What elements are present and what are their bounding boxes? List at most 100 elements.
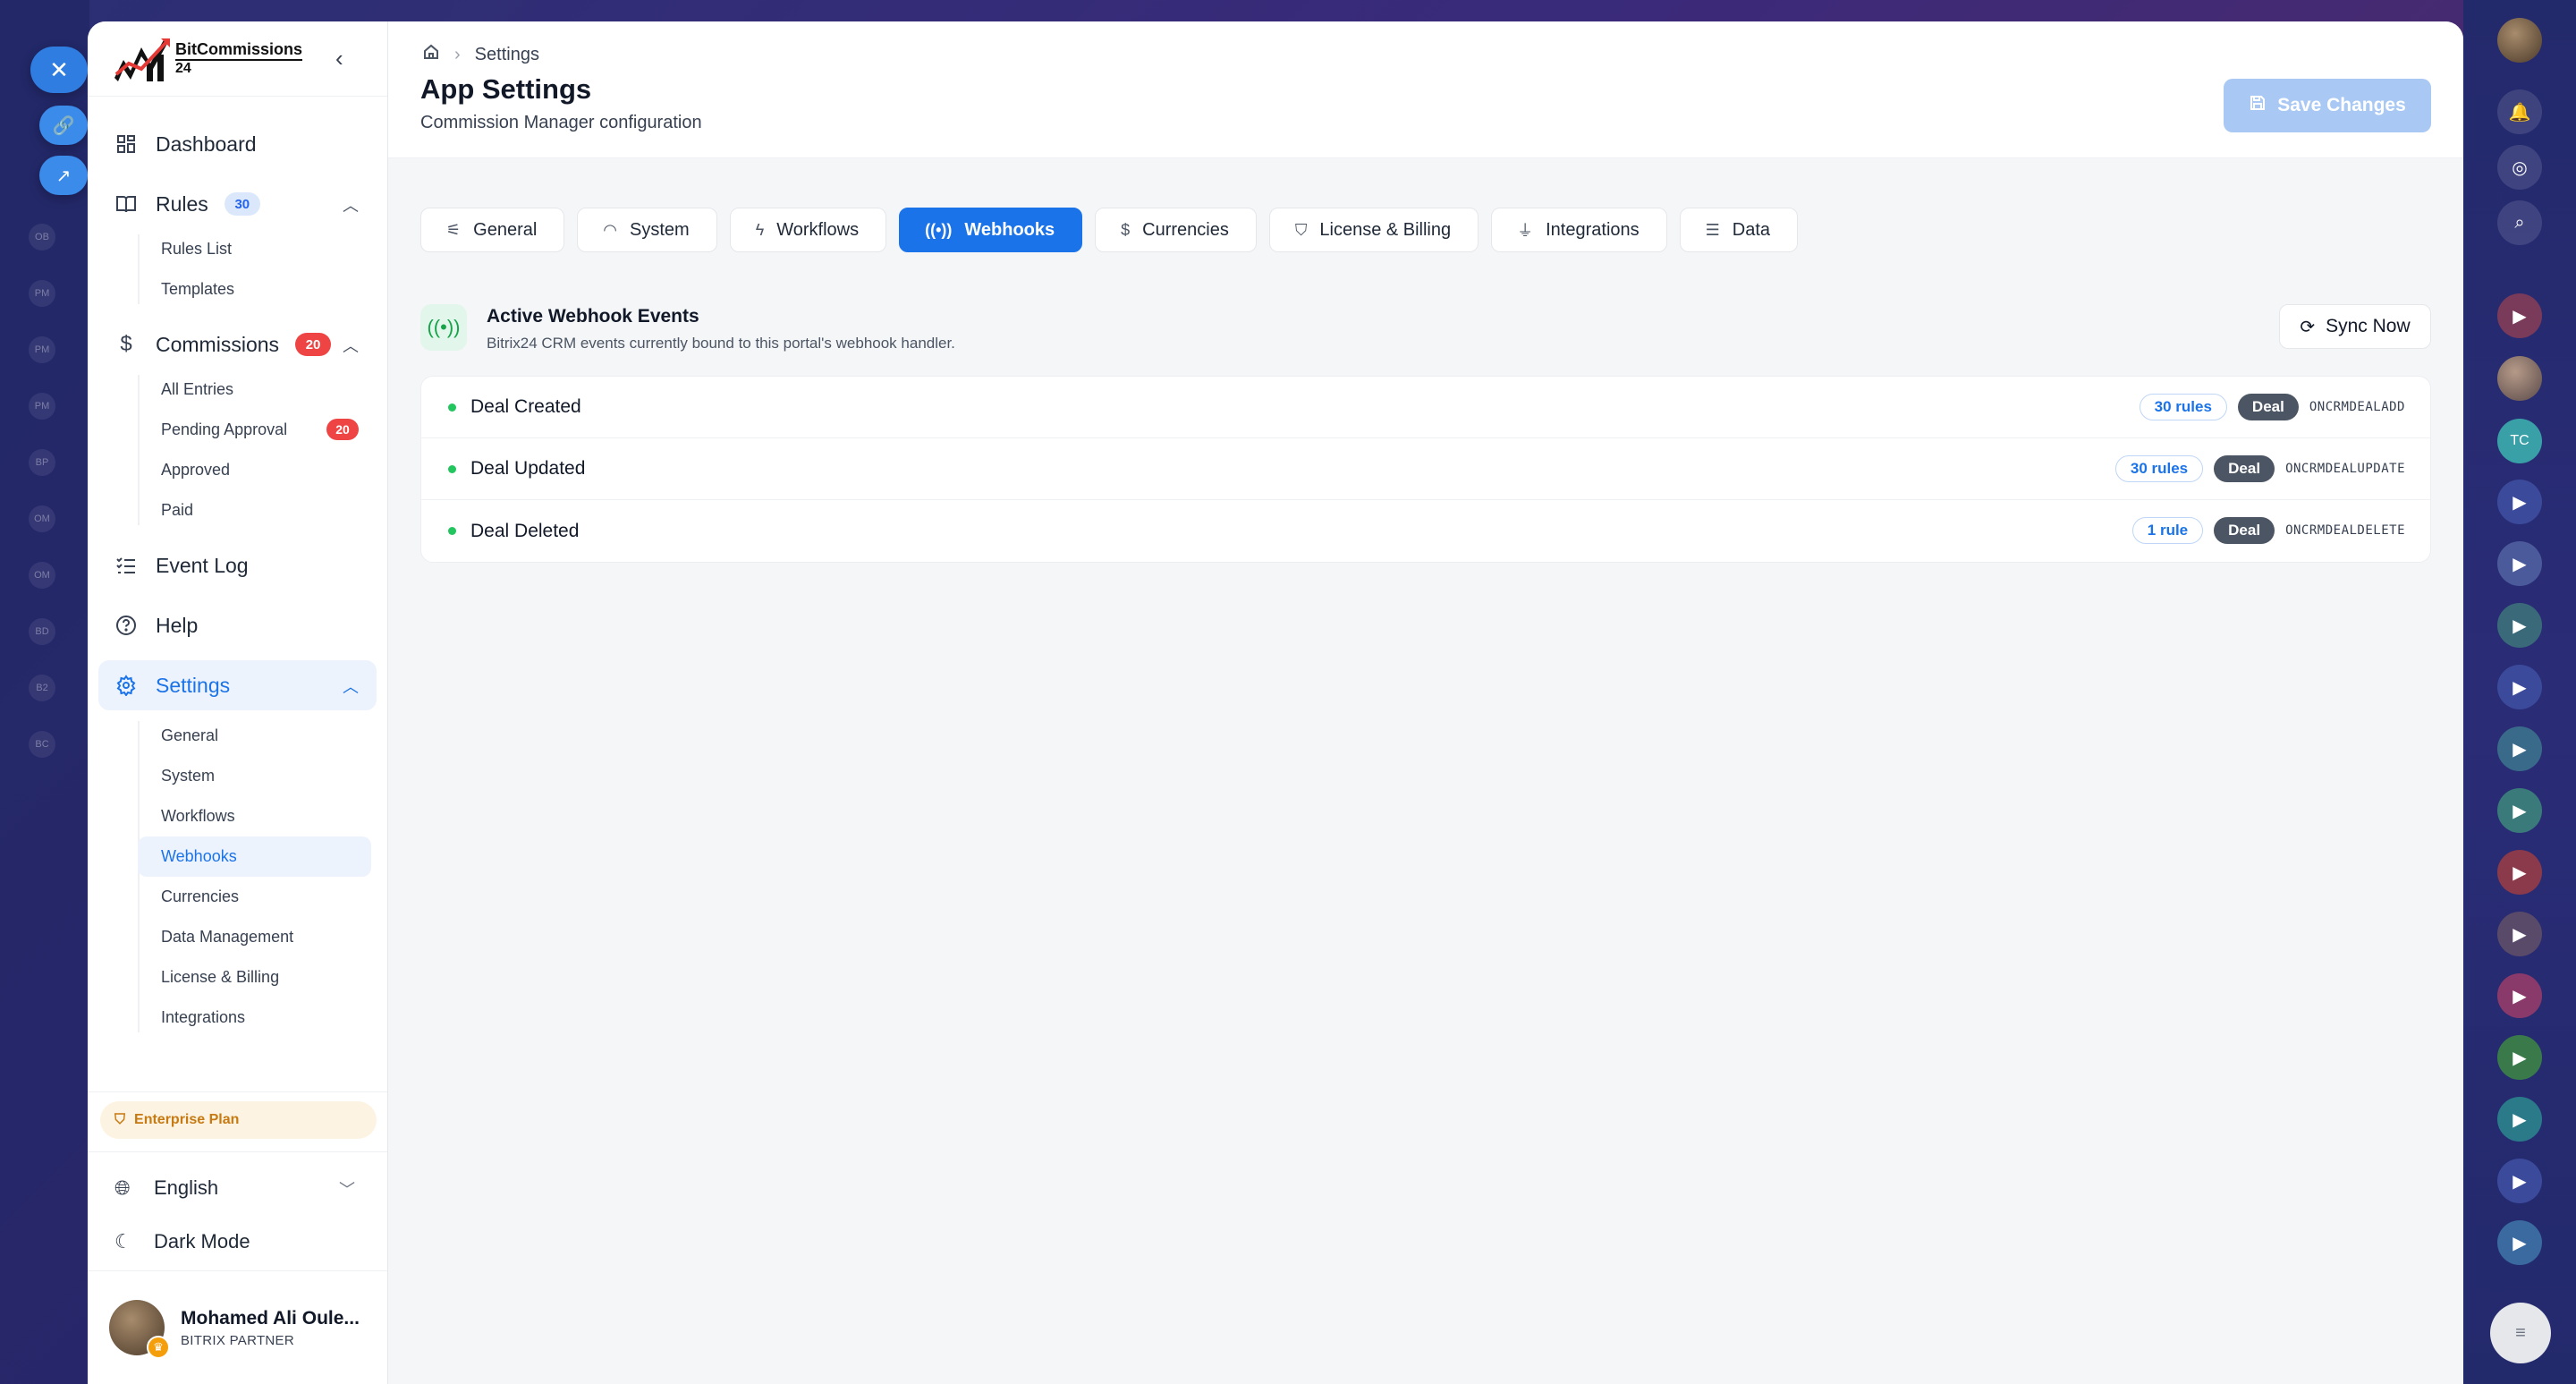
- sidebar-subitem-integrations[interactable]: Integrations: [138, 998, 377, 1038]
- menu-icon[interactable]: ≡: [2490, 1303, 2551, 1363]
- save-changes-button[interactable]: Save Changes: [2224, 79, 2431, 132]
- event-meta: 1 rule Deal ONCRMDEALDELETE: [2131, 517, 2405, 544]
- video-icon[interactable]: ▶: [2497, 912, 2542, 956]
- video-icon[interactable]: ▶: [2497, 788, 2542, 833]
- tab-webhooks[interactable]: ((•)) Webhooks: [899, 208, 1083, 252]
- collapse-sidebar-button[interactable]: ‹: [335, 47, 360, 72]
- open-new-window-button[interactable]: ↗: [39, 156, 88, 195]
- sidebar-item-help[interactable]: Help: [98, 600, 377, 650]
- bg-ghost-avatar: BP: [29, 449, 55, 476]
- sidebar-subitem-pending-approval[interactable]: Pending Approval 20: [138, 410, 377, 450]
- close-slider-button[interactable]: ✕: [30, 47, 88, 93]
- bell-icon[interactable]: 🔔: [2497, 89, 2542, 134]
- sidebar-subitem-general[interactable]: General: [138, 716, 377, 756]
- tab-workflows[interactable]: ϟ Workflows: [729, 208, 887, 252]
- video-icon[interactable]: ▶: [2497, 665, 2542, 709]
- event-code: ONCRMDEALDELETE: [2285, 523, 2405, 538]
- tab-label: Integrations: [1546, 219, 1640, 240]
- target-icon[interactable]: ◎: [2497, 145, 2542, 190]
- sidebar-subitem-webhooks[interactable]: Webhooks: [138, 836, 371, 877]
- tab-system[interactable]: ◠ System: [577, 208, 717, 252]
- sidebar-subitem-workflows[interactable]: Workflows: [138, 796, 377, 836]
- chevron-up-icon[interactable]: ︿: [343, 675, 359, 698]
- tab-data[interactable]: ☰ Data: [1679, 208, 1799, 252]
- background-left-panel: OB PM PM PM BP OM OM BD B2 BC: [0, 0, 89, 1384]
- chevron-right-icon: ›: [454, 44, 461, 64]
- video-icon[interactable]: ▶: [2497, 603, 2542, 648]
- brand-name: BitCommissions 24: [175, 39, 303, 76]
- sidebar-subitem-license-billing[interactable]: License & Billing: [138, 957, 377, 998]
- video-icon[interactable]: ▶: [2497, 726, 2542, 771]
- book-icon: [113, 191, 140, 217]
- sync-now-button[interactable]: ⟳ Sync Now: [2279, 304, 2431, 349]
- sidebar-subitem-system[interactable]: System: [138, 756, 377, 796]
- copy-link-button[interactable]: 🔗: [39, 106, 88, 145]
- tab-label: License & Billing: [1319, 219, 1452, 240]
- video-icon[interactable]: ▶: [2497, 480, 2542, 524]
- video-icon[interactable]: ▶: [2497, 293, 2542, 338]
- contact-avatar[interactable]: [2497, 356, 2542, 401]
- language-selector[interactable]: 🌐︎ English ﹀: [88, 1161, 387, 1215]
- tab-label: Webhooks: [964, 219, 1055, 240]
- sidebar-item-settings[interactable]: Settings ︿: [98, 660, 377, 710]
- chevron-up-icon[interactable]: ︿: [343, 193, 359, 217]
- event-name: Deal Created: [470, 396, 581, 417]
- tab-general[interactable]: ⚟ General: [420, 208, 565, 252]
- event-code: ONCRMDEALADD: [2309, 400, 2405, 414]
- video-icon[interactable]: ▶: [2497, 1159, 2542, 1203]
- entity-badge: Deal: [2237, 394, 2299, 420]
- bg-ghost-avatar: OB: [29, 224, 55, 250]
- video-icon[interactable]: ▶: [2497, 850, 2542, 895]
- rules-count-badge: 30 rules: [2139, 394, 2227, 420]
- contact-initials-avatar[interactable]: TC: [2497, 419, 2542, 463]
- user-avatar[interactable]: [2497, 18, 2542, 63]
- sidebar-item-label: Commissions: [156, 332, 280, 356]
- video-icon[interactable]: ▶: [2497, 973, 2542, 1018]
- tab-label: Currencies: [1142, 219, 1229, 240]
- list-check-icon: [113, 552, 140, 579]
- settings-subnav: General System Workflows Webhooks Curren…: [98, 716, 377, 1038]
- user-info: Mohamed Ali Oule... BITRIX PARTNER: [181, 1308, 360, 1348]
- tab-license-billing[interactable]: ⛉ License & Billing: [1268, 208, 1479, 252]
- list-item: Deal Created 30 rules Deal ONCRMDEALADD: [421, 377, 2430, 438]
- sidebar-subitem-approved[interactable]: Approved: [138, 450, 377, 490]
- event-meta: 30 rules Deal ONCRMDEALUPDATE: [2114, 455, 2405, 482]
- rules-count-badge: 1 rule: [2131, 517, 2204, 544]
- crown-icon: ♛: [147, 1336, 170, 1359]
- sidebar-item-commissions[interactable]: $ Commissions 20 ︿: [98, 319, 377, 369]
- sidebar-item-rules[interactable]: Rules 30 ︿: [98, 179, 377, 229]
- sidebar-subitem-data-management[interactable]: Data Management: [138, 917, 377, 957]
- tab-label: Data: [1732, 219, 1771, 240]
- dark-mode-toggle[interactable]: ☾ Dark Mode: [88, 1215, 387, 1269]
- video-icon[interactable]: ▶: [2497, 541, 2542, 586]
- sidebar-subitem-currencies[interactable]: Currencies: [138, 877, 377, 917]
- breadcrumb-current: Settings: [474, 44, 539, 64]
- home-icon[interactable]: [422, 43, 440, 66]
- sidebar-subitem-label: Pending Approval: [161, 420, 288, 438]
- event-name: Deal Deleted: [470, 520, 580, 541]
- section-subtitle: Bitrix24 CRM events currently bound to t…: [487, 335, 955, 352]
- sidebar-item-dashboard[interactable]: Dashboard: [98, 119, 377, 169]
- sidebar-subitem-paid[interactable]: Paid: [138, 490, 377, 531]
- sidebar-subitem-rules-list[interactable]: Rules List: [138, 229, 377, 269]
- page-title: App Settings: [420, 73, 592, 105]
- bg-ghost-avatar: PM: [29, 393, 55, 420]
- bg-ghost-avatar: B2: [29, 675, 55, 701]
- sidebar-item-event-log[interactable]: Event Log: [98, 540, 377, 590]
- video-icon[interactable]: ▶: [2497, 1220, 2542, 1265]
- video-icon[interactable]: ▶: [2497, 1097, 2542, 1142]
- chevron-up-icon[interactable]: ︿: [343, 334, 359, 357]
- sidebar-subitem-all-entries[interactable]: All Entries: [138, 369, 377, 410]
- user-profile[interactable]: ♛ Mohamed Ali Oule... BITRIX PARTNER: [88, 1270, 387, 1384]
- tab-integrations[interactable]: ⏚ Integrations: [1491, 208, 1667, 252]
- plan-label: Enterprise Plan: [134, 1112, 240, 1127]
- tab-currencies[interactable]: $ Currencies: [1095, 208, 1257, 252]
- sidebar-subitem-label: Approved: [161, 461, 231, 479]
- video-icon[interactable]: ▶: [2497, 1035, 2542, 1080]
- rules-subnav: Rules List Templates: [98, 229, 377, 310]
- event-meta: 30 rules Deal ONCRMDEALADD: [2139, 394, 2405, 420]
- sidebar-subitem-templates[interactable]: Templates: [138, 269, 377, 310]
- search-chat-icon[interactable]: ⌕: [2497, 200, 2542, 245]
- status-dot: [448, 464, 456, 473]
- dark-mode-label: Dark Mode: [154, 1230, 250, 1252]
